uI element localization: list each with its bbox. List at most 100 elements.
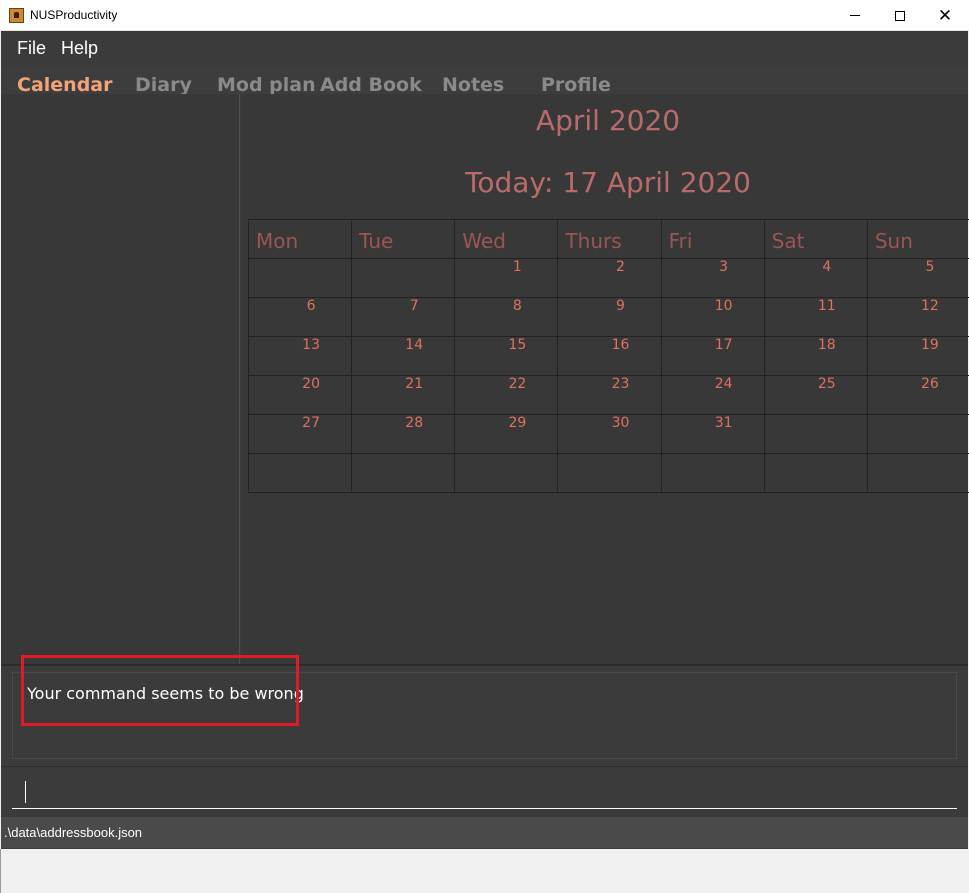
weekday-header: Sun [866,219,969,259]
error-highlight-box [21,655,299,726]
day-cell[interactable]: 12 [866,297,969,337]
day-cell[interactable]: 18 [763,336,868,376]
close-button[interactable]: ✕ [922,0,968,31]
week-row: 13 14 15 16 17 18 19 [247,336,969,376]
day-cell[interactable] [247,258,353,298]
day-cell[interactable]: 19 [866,336,969,376]
day-cell[interactable]: 8 [454,297,559,337]
week-row: 6 7 8 9 10 11 12 [247,297,969,337]
day-number: 12 [921,298,939,314]
day-cell[interactable]: 4 [763,258,868,298]
day-cell[interactable] [866,414,969,454]
day-cell[interactable]: 17 [660,336,765,376]
day-cell[interactable]: 7 [351,297,456,337]
day-number: 25 [817,376,836,392]
day-cell[interactable] [247,453,353,493]
month-title: April 2020 [535,104,681,137]
day-cell[interactable]: 20 [247,375,353,415]
day-number: 28 [405,415,424,431]
day-number: 19 [921,337,939,353]
day-cell[interactable] [866,453,969,493]
day-cell[interactable] [351,258,456,298]
day-number: 13 [302,337,320,353]
day-cell[interactable]: 25 [763,375,868,415]
day-cell[interactable] [660,453,765,493]
weekday-header: Tue [351,219,456,259]
day-number: 20 [302,376,320,392]
day-cell[interactable]: 31 [660,414,765,454]
maximize-button[interactable] [877,0,923,31]
tab-bar: Calendar Diary Mod plan Add Book Notes P… [1,66,968,94]
day-number: 27 [302,415,320,431]
day-cell[interactable]: 1 [454,258,559,298]
day-number: 5 [925,259,935,275]
window-titlebar: NUSProductivity ✕ [0,0,969,31]
menu-help[interactable]: Help [61,38,98,59]
window-bottom-area [0,849,969,893]
day-cell[interactable]: 11 [763,297,868,337]
maximize-icon [895,10,905,21]
weekday-header: Thurs [557,219,662,259]
day-number: 26 [921,376,939,392]
command-input[interactable] [12,773,957,809]
tab-profile[interactable]: Profile [541,74,611,94]
day-cell[interactable]: 16 [557,336,662,376]
day-cell[interactable]: 28 [351,414,456,454]
day-cell[interactable]: 5 [866,258,969,298]
app-window: File Help Calendar Diary Mod plan Add Bo… [1,31,969,849]
tab-diary[interactable]: Diary [135,74,192,94]
day-cell[interactable]: 10 [660,297,765,337]
day-cell[interactable]: 23 [557,375,662,415]
day-number: 6 [306,298,316,314]
close-icon: ✕ [937,5,953,26]
tab-add-book[interactable]: Add Book [320,74,422,94]
day-number: 8 [512,298,522,314]
day-number: 30 [611,415,630,431]
day-cell[interactable] [351,453,456,493]
day-cell[interactable]: 24 [660,375,765,415]
day-number: 4 [822,259,832,275]
day-cell[interactable] [763,414,868,454]
calendar-panel: April 2020 Today: 17 April 2020 Mon Tue … [241,94,969,664]
text-caret [25,781,26,803]
weekday-header-row: Mon Tue Wed Thurs Fri Sat Sun [247,219,969,259]
tab-mod-plan[interactable]: Mod plan [217,74,316,94]
status-bar: .\data\addressbook.json [1,817,968,848]
tab-calendar[interactable]: Calendar [17,74,112,94]
day-cell[interactable]: 15 [454,336,559,376]
day-number: 14 [405,337,424,353]
day-cell[interactable]: 6 [247,297,353,337]
day-cell[interactable]: 29 [454,414,559,454]
command-box [1,766,968,812]
day-cell[interactable]: 22 [454,375,559,415]
week-row [247,453,969,493]
day-cell[interactable] [557,453,662,493]
day-number: 3 [719,259,729,275]
day-cell[interactable] [763,453,868,493]
day-cell[interactable] [454,453,559,493]
minimize-icon [850,15,860,16]
week-row: 1 2 3 4 5 [247,258,969,298]
day-cell[interactable]: 21 [351,375,456,415]
day-cell[interactable]: 13 [247,336,353,376]
day-cell[interactable]: 27 [247,414,353,454]
day-number: 24 [714,376,733,392]
day-number: 11 [817,298,836,314]
window-title: NUSProductivity [30,8,118,22]
day-number: 23 [611,376,630,392]
day-cell[interactable]: 30 [557,414,662,454]
day-number: 2 [616,259,625,275]
tab-notes[interactable]: Notes [442,74,504,94]
day-cell[interactable]: 9 [557,297,662,337]
day-number: 7 [409,298,419,314]
day-number: 29 [508,415,527,431]
week-row: 27 28 29 30 31 [247,414,969,454]
day-cell[interactable]: 3 [660,258,765,298]
menu-file[interactable]: File [17,38,46,59]
day-cell[interactable]: 2 [557,258,662,298]
minimize-button[interactable] [832,0,878,31]
day-cell[interactable]: 14 [351,336,456,376]
app-icon [9,8,24,23]
weekday-header: Mon [247,219,353,259]
day-cell[interactable]: 26 [866,375,969,415]
